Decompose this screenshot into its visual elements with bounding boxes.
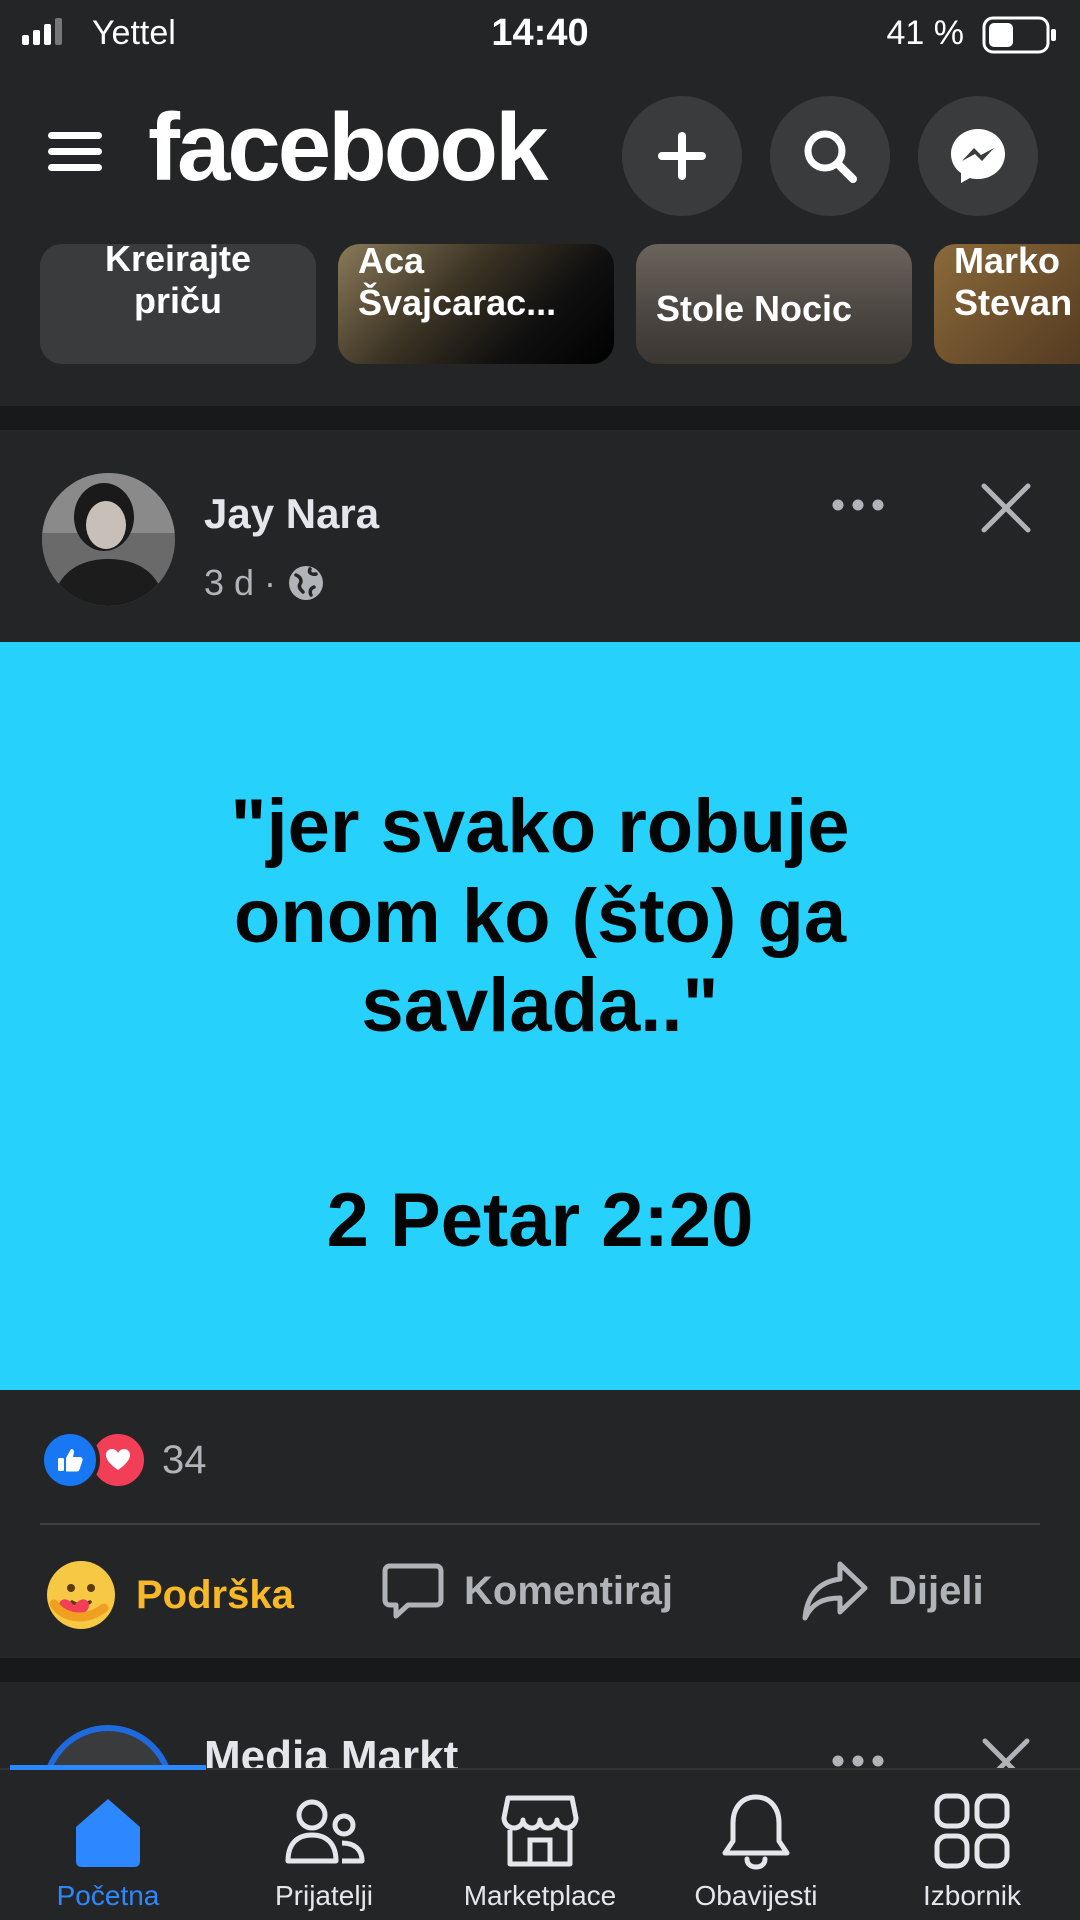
battery-percent: 41 % [886, 14, 965, 52]
messenger-icon [951, 129, 1005, 183]
status-bar: Yettel 14:40 41 % [0, 0, 1080, 70]
nav-label: Izbornik [922, 1880, 1022, 1911]
story-label: Stole Nocic [656, 288, 853, 329]
nav-label: Početna [56, 1880, 160, 1911]
more-options-button[interactable] [828, 490, 888, 520]
nav-friends[interactable]: Prijatelji [216, 1788, 432, 1912]
hide-post-button[interactable] [978, 480, 1034, 536]
menu-grid-icon [934, 1793, 1010, 1869]
nav-label: Obavijesti [694, 1880, 818, 1911]
stories-row: Kreirajte priču Aca Švajcarac... Stole N… [0, 244, 1080, 404]
feed-separator [0, 1658, 1080, 1682]
nav-marketplace[interactable]: Marketplace [432, 1788, 648, 1912]
nav-home[interactable]: Početna [0, 1788, 216, 1912]
comment-button[interactable]: Komentiraj [380, 1558, 673, 1624]
story-card[interactable]: Aca Švajcarac... [338, 244, 614, 364]
nav-menu[interactable]: Izbornik [864, 1788, 1080, 1912]
post-reference-text: 2 Petar 2:20 [326, 1178, 754, 1263]
share-label: Dijeli [888, 1568, 984, 1613]
reaction-count: 34 [162, 1437, 207, 1482]
story-card[interactable]: Stole Nocic [636, 244, 912, 364]
battery-icon [982, 16, 1056, 54]
care-emoji-icon [47, 1561, 115, 1629]
story-label: Kreirajte priču [104, 244, 252, 322]
share-icon [802, 1561, 868, 1621]
post-image[interactable]: "jer svako robuje onom ko (što) ga savla… [0, 642, 1080, 1390]
active-tab-indicator [10, 1765, 206, 1770]
messenger-button[interactable] [918, 96, 1038, 216]
post-author[interactable]: Jay Nara [204, 490, 379, 538]
friends-icon [285, 1799, 365, 1864]
globe-icon [289, 566, 324, 600]
close-icon [981, 483, 1031, 533]
search-button[interactable] [770, 96, 890, 216]
comment-icon [382, 1563, 444, 1619]
nav-label: Marketplace [463, 1880, 617, 1911]
comment-label: Komentiraj [464, 1568, 673, 1613]
support-label: Podrška [136, 1572, 294, 1617]
reactions-summary[interactable]: 34 [40, 1430, 207, 1490]
post-time[interactable]: 3 d [204, 562, 254, 604]
story-card[interactable]: Marko Stevan [934, 244, 1080, 364]
post-divider [40, 1523, 1040, 1525]
post-meta: 3 d · [204, 562, 326, 604]
nav-notifications[interactable]: Obavijesti [648, 1788, 864, 1912]
menu-icon[interactable] [48, 132, 102, 180]
support-button[interactable]: Podrška [44, 1558, 294, 1632]
create-button[interactable] [622, 96, 742, 216]
post-quote-text: "jer svako robuje onom ko (što) ga savla… [230, 784, 850, 1049]
more-icon [832, 499, 884, 511]
story-label: Marko Stevan [954, 244, 1073, 324]
bell-icon [722, 1794, 790, 1870]
plus-icon [658, 132, 706, 180]
meta-separator: · [264, 562, 277, 603]
feed-separator [0, 406, 1080, 430]
facebook-logo[interactable]: facebook [148, 100, 548, 196]
search-icon [804, 130, 857, 183]
nav-label: Prijatelji [274, 1880, 374, 1911]
like-reaction-icon [40, 1430, 100, 1490]
marketplace-icon [501, 1795, 579, 1867]
home-icon [76, 1799, 140, 1867]
share-button[interactable]: Dijeli [800, 1558, 984, 1624]
story-label: Aca Švajcarac... [358, 244, 557, 324]
avatar[interactable] [42, 473, 175, 606]
create-story-card[interactable]: Kreirajte priču [40, 244, 316, 364]
